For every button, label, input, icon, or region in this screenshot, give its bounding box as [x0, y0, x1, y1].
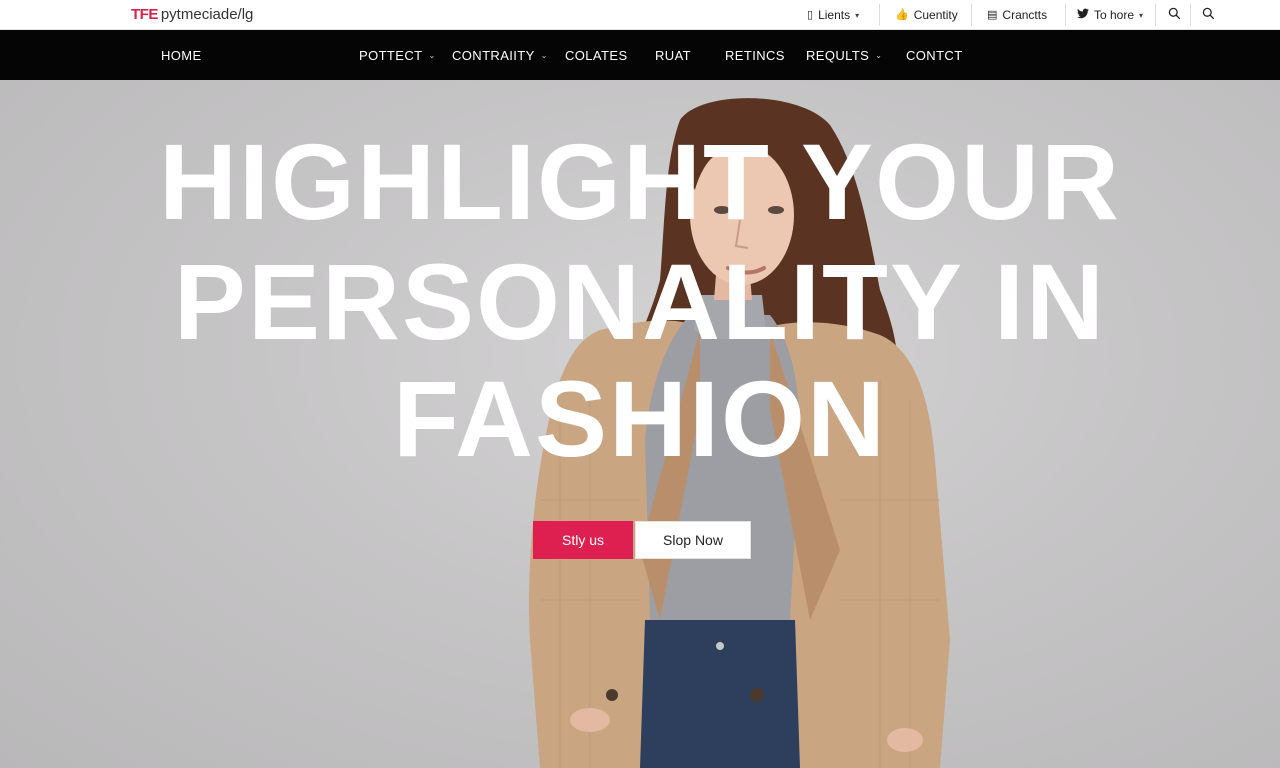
- clipboard-icon: ▯: [807, 8, 814, 21]
- search-button[interactable]: [1168, 0, 1181, 30]
- divider: [879, 4, 880, 26]
- nav-item-contraiity[interactable]: CONTRAIITY ⌄: [452, 30, 548, 80]
- util-lients[interactable]: ▯ Lients ▾: [807, 0, 859, 30]
- utility-bar: TFE pytmeciade/lg ▯ Lients ▾ 👍 Cuentity ▤…: [0, 0, 1280, 30]
- thumbs-up-icon: 👍: [895, 8, 909, 21]
- twitter-icon: [1077, 8, 1089, 22]
- site-logo[interactable]: TFE pytmeciade/lg: [131, 6, 253, 23]
- divider: [1065, 4, 1066, 26]
- hero-headline-line-3: FASHION: [392, 358, 888, 479]
- nav-item-retincs[interactable]: RETINCS: [725, 30, 785, 80]
- hero-headline-line-2: PERSONALITY IN: [173, 241, 1107, 362]
- nav-item-label: RUAT: [655, 47, 692, 63]
- hero-banner: HIGHLIGHT YOUR PERSONALITY IN FASHION St…: [0, 80, 1280, 768]
- nav-item-label: POTTECT: [359, 47, 423, 63]
- nav-item-label: COLATES: [565, 47, 628, 63]
- chevron-down-icon: ⌄: [428, 50, 436, 60]
- divider: [1190, 4, 1191, 26]
- nav-item-ruat[interactable]: RUAT: [655, 30, 691, 80]
- nav-item-colates[interactable]: COLATES: [565, 30, 628, 80]
- util-cuentity-label: Cuentity: [913, 8, 958, 22]
- util-to-hore-label: To hore: [1094, 8, 1135, 22]
- chat-icon: ▤: [987, 8, 998, 21]
- nav-item-contct[interactable]: CONTCT: [906, 30, 963, 80]
- hero-primary-button[interactable]: Stly us: [533, 521, 633, 559]
- nav-item-label: CONTRAIITY: [452, 47, 535, 63]
- search-button-secondary[interactable]: [1202, 0, 1215, 30]
- divider: [1155, 4, 1156, 26]
- chevron-down-icon: ▾: [855, 10, 860, 20]
- hero-headline-line-1: HIGHLIGHT YOUR: [158, 121, 1122, 242]
- nav-item-label: RETINCS: [725, 47, 785, 63]
- util-cranctts-label: Cranctts: [1002, 8, 1048, 22]
- nav-item-pottect[interactable]: POTTECT ⌄: [359, 30, 436, 80]
- chevron-down-icon: ⌄: [875, 50, 883, 60]
- search-icon: [1168, 7, 1181, 23]
- chevron-down-icon: ▾: [1139, 10, 1144, 20]
- nav-item-reqults[interactable]: REQULTS ⌄: [806, 30, 882, 80]
- main-nav: HOME POTTECT ⌄ CONTRAIITY ⌄ COLATES RUAT…: [0, 30, 1280, 80]
- util-lients-label: Lients: [818, 8, 851, 22]
- divider: [971, 4, 972, 26]
- shop-now-button[interactable]: Slop Now: [635, 521, 751, 559]
- logo-mark: TFE: [131, 6, 158, 23]
- nav-item-home[interactable]: HOME: [161, 30, 202, 80]
- util-cranctts[interactable]: ▤ Cranctts: [987, 0, 1047, 30]
- util-to-hore[interactable]: To hore ▾: [1077, 0, 1143, 30]
- nav-item-label: CONTCT: [906, 47, 963, 63]
- logo-text: pytmeciade/lg: [160, 6, 254, 23]
- nav-item-label: REQULTS: [806, 47, 870, 63]
- util-cuentity[interactable]: 👍 Cuentity: [895, 0, 958, 30]
- nav-item-label: HOME: [161, 47, 202, 63]
- chevron-down-icon: ⌄: [540, 50, 548, 60]
- search-icon: [1202, 7, 1215, 23]
